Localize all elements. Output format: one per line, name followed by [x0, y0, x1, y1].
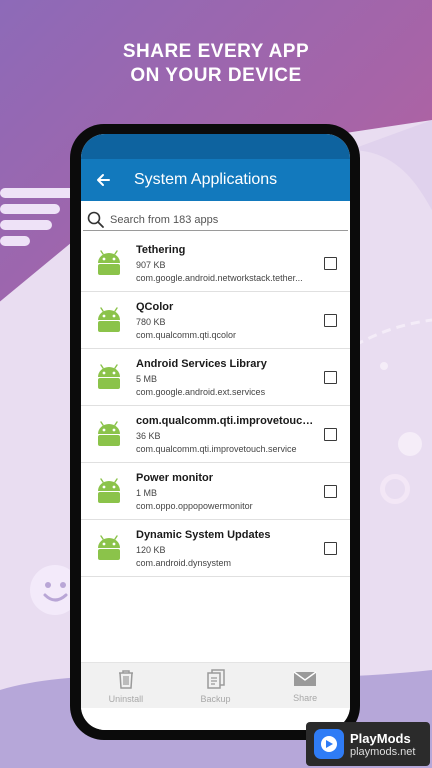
headline-line-2: ON YOUR DEVICE — [130, 65, 302, 86]
app-info: com.qualcomm.qti.improvetouch.... 36 KB … — [136, 415, 314, 454]
app-select-checkbox[interactable] — [324, 314, 337, 327]
app-name: Dynamic System Updates — [136, 528, 271, 541]
android-icon — [98, 421, 120, 446]
app-list-item[interactable]: com.qualcomm.qti.improvetouch.... 36 KB … — [81, 406, 350, 463]
app-size: 36 KB — [136, 430, 161, 441]
android-icon — [98, 307, 120, 332]
app-select-checkbox[interactable] — [324, 485, 337, 498]
app-select-checkbox[interactable] — [324, 542, 337, 555]
app-list-item[interactable]: Android Services Library 5 MB com.google… — [81, 349, 350, 406]
dot-decoration-small — [380, 362, 388, 370]
app-name: Tethering — [136, 243, 186, 256]
app-size: 907 KB — [136, 259, 166, 270]
app-package: com.oppo.oppopowermonitor — [136, 500, 253, 511]
uninstall-button[interactable]: Uninstall — [81, 663, 171, 708]
headline-line-1: SHARE EVERY APP — [122, 41, 310, 62]
watermark: PlayMods playmods.net — [306, 722, 430, 766]
app-info: Android Services Library 5 MB com.google… — [136, 358, 314, 397]
envelope-icon — [293, 670, 317, 686]
toolbar: System Applications — [81, 159, 350, 201]
app-list-item[interactable]: Dynamic System Updates 120 KB com.androi… — [81, 520, 350, 577]
app-info: QColor 780 KB com.qualcomm.qti.qcolor — [136, 301, 314, 340]
share-button[interactable]: Share — [260, 663, 350, 708]
trash-icon — [118, 669, 133, 689]
phone-screen: System Applications Tethering 907 KB com… — [81, 134, 350, 730]
app-info: Tethering 907 KB com.google.android.netw… — [136, 244, 314, 283]
uninstall-label: Uninstall — [108, 693, 144, 704]
watermark-url: playmods.net — [350, 745, 416, 758]
backup-icon — [206, 668, 225, 689]
watermark-title: PlayMods — [350, 730, 411, 746]
app-package: com.google.android.ext.services — [136, 386, 266, 397]
app-size: 780 KB — [136, 316, 166, 327]
app-name: Android Services Library — [136, 357, 267, 370]
back-button[interactable] — [81, 159, 121, 201]
app-package: com.android.dynsystem — [136, 557, 232, 568]
app-select-checkbox[interactable] — [324, 257, 337, 270]
app-info: Power monitor 1 MB com.oppo.oppopowermon… — [136, 472, 314, 511]
app-name: Power monitor — [136, 471, 214, 484]
app-name: QColor — [136, 300, 174, 313]
headline: SHARE EVERY APP ON YOUR DEVICE — [0, 40, 432, 88]
app-name: com.qualcomm.qti.improvetouch.... — [136, 414, 314, 427]
dot-decoration — [398, 432, 422, 456]
backup-label: Backup — [200, 693, 231, 704]
arrow-back-icon — [97, 174, 110, 186]
backup-button[interactable]: Backup — [171, 663, 261, 708]
playmods-logo-icon — [314, 729, 344, 759]
app-package: com.google.android.networkstack.tether..… — [136, 272, 303, 283]
app-size: 120 KB — [136, 544, 166, 555]
app-size: 1 MB — [136, 487, 158, 498]
share-label: Share — [293, 692, 318, 703]
app-package: com.qualcomm.qti.qcolor — [136, 329, 237, 340]
search-input[interactable] — [110, 213, 330, 226]
android-icon — [98, 478, 120, 503]
android-icon — [98, 250, 120, 275]
app-list-item[interactable]: Tethering 907 KB com.google.android.netw… — [81, 235, 350, 292]
search-icon — [87, 211, 104, 228]
ring-decoration — [380, 474, 410, 504]
app-info: Dynamic System Updates 120 KB com.androi… — [136, 529, 314, 568]
app-list: Tethering 907 KB com.google.android.netw… — [81, 235, 350, 577]
app-select-checkbox[interactable] — [324, 371, 337, 384]
search-bar[interactable] — [83, 209, 348, 231]
app-list-item[interactable]: QColor 780 KB com.qualcomm.qti.qcolor — [81, 292, 350, 349]
app-list-item[interactable]: Power monitor 1 MB com.oppo.oppopowermon… — [81, 463, 350, 520]
bottom-action-bar: Uninstall Backup Share — [81, 662, 350, 708]
android-icon — [98, 535, 120, 560]
android-icon — [98, 364, 120, 389]
app-package: com.qualcomm.qti.improvetouch.service — [136, 443, 297, 454]
app-size: 5 MB — [136, 373, 158, 384]
status-bar — [81, 134, 350, 159]
app-select-checkbox[interactable] — [324, 428, 337, 441]
page-title: System Applications — [134, 171, 278, 188]
